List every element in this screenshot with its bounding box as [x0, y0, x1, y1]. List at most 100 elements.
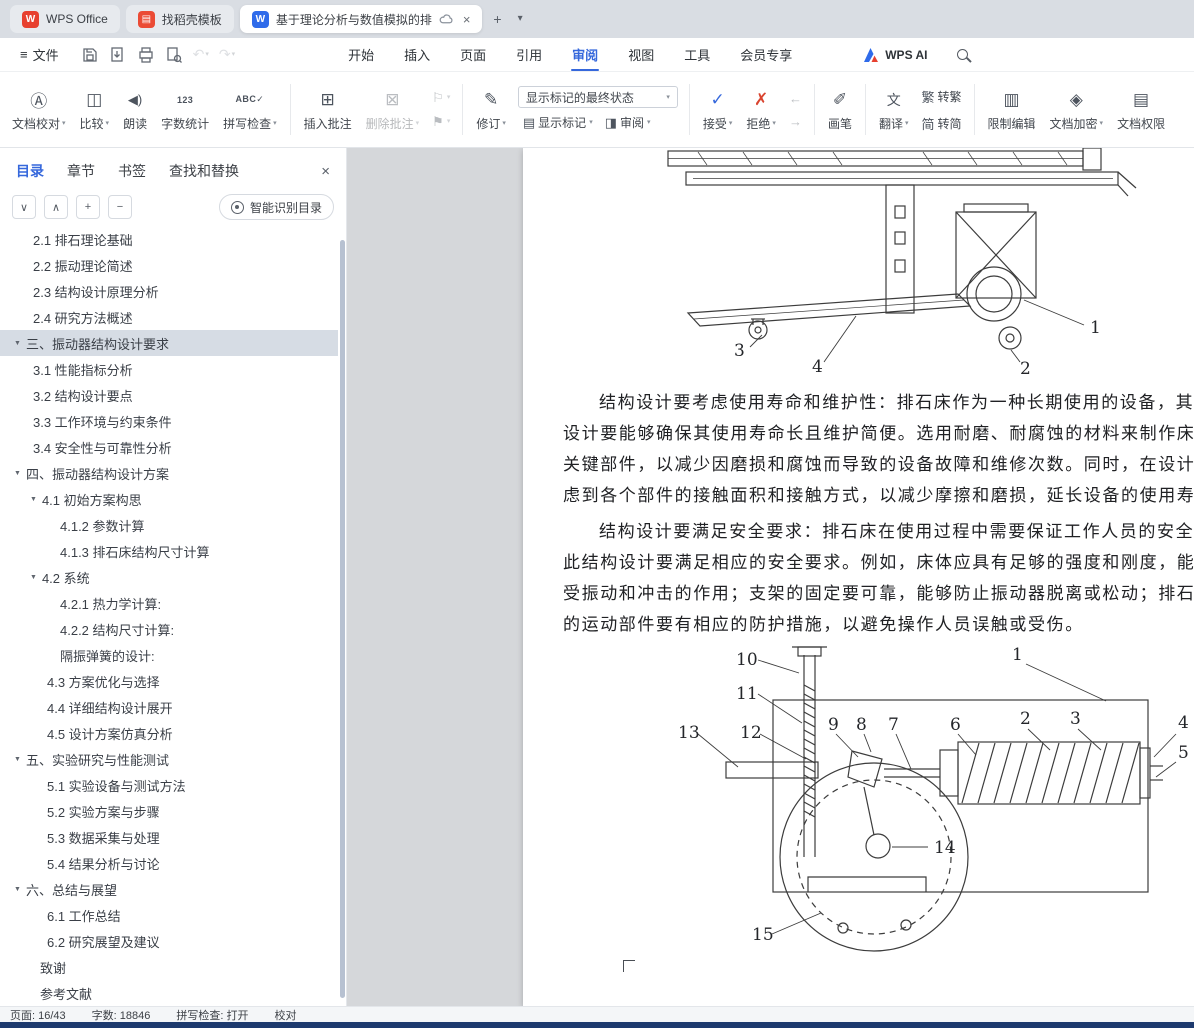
- translate-button[interactable]: 文 翻译 ▾: [873, 84, 915, 136]
- toc-item[interactable]: 5.2 实验方案与步骤: [0, 798, 338, 824]
- toc-item[interactable]: 4.2.1 热力学计算:: [0, 590, 338, 616]
- sidebar-tab[interactable]: 章节: [67, 161, 95, 181]
- undo-button[interactable]: ↶ ▾: [193, 46, 209, 63]
- spell-check-button[interactable]: ABC✓ 拼写检查 ▾: [217, 84, 283, 136]
- review-pane-button[interactable]: ◨ 审阅 ▾: [600, 112, 656, 133]
- menu-item[interactable]: 开始: [333, 38, 389, 71]
- toc-item[interactable]: 2.1 排石理论基础: [0, 234, 338, 252]
- paragraph-2[interactable]: 结构设计要满足安全要求：排石床在使用过程中需要保证工作人员的安全， 此结构设计要满…: [563, 517, 1194, 641]
- status-item[interactable]: 拼写检查: 打开: [176, 1007, 248, 1022]
- expand-all-button[interactable]: ∧: [44, 195, 68, 219]
- menu-item[interactable]: 会员专享: [725, 38, 807, 71]
- menu-item[interactable]: 审阅: [557, 38, 613, 71]
- toc-item[interactable]: ▼ 六、总结与展望: [0, 876, 338, 902]
- tab-docer-templates[interactable]: ▤ 找稻壳模板: [125, 5, 234, 33]
- paragraph-1[interactable]: 结构设计要考虑使用寿命和维护性：排石床作为一种长期使用的设备，其结 设计要能够确保…: [563, 388, 1194, 512]
- close-panel-icon[interactable]: ×: [321, 163, 330, 180]
- ink-brush-button[interactable]: ✐ 画笔: [822, 84, 858, 136]
- toc-item[interactable]: 6.2 研究展望及建议: [0, 928, 338, 954]
- compare-button[interactable]: ◫ 比较 ▾: [74, 84, 116, 136]
- tab-list-button[interactable]: ▾: [513, 14, 528, 24]
- show-markup-button[interactable]: ▤ 显示标记 ▾: [518, 112, 598, 133]
- toc-item[interactable]: 4.4 详细结构设计展开: [0, 694, 338, 720]
- track-changes-button[interactable]: ✎ 修订 ▾: [470, 84, 512, 136]
- toc-item[interactable]: 6.1 工作总结: [0, 902, 338, 928]
- toc-item[interactable]: 2.4 研究方法概述: [0, 304, 338, 330]
- save-icon[interactable]: [81, 46, 99, 64]
- sidebar-tab[interactable]: 查找和替换: [169, 161, 239, 181]
- sidebar-tab[interactable]: 书签: [118, 161, 146, 181]
- delete-comment-button[interactable]: ⊠ 删除批注 ▾: [360, 84, 426, 136]
- menu-item[interactable]: 引用: [501, 38, 557, 71]
- toc-item[interactable]: 致谢: [0, 954, 338, 980]
- status-item[interactable]: 页面: 16/43: [10, 1007, 66, 1022]
- toc-item[interactable]: 4.1.3 排石床结构尺寸计算: [0, 538, 338, 564]
- prev-comment-button[interactable]: ⚐ ▾: [427, 88, 455, 108]
- status-item[interactable]: 校对: [274, 1007, 296, 1022]
- toc-item[interactable]: 3.1 性能指标分析: [0, 356, 338, 382]
- prev-change-button[interactable]: ←: [784, 89, 807, 108]
- toc-item[interactable]: 5.1 实验设备与测试方法: [0, 772, 338, 798]
- tab-wps-home[interactable]: W WPS Office: [10, 5, 120, 33]
- toc-item[interactable]: ▼ 三、振动器结构设计要求: [0, 330, 338, 356]
- toc-item[interactable]: 4.1.2 参数计算: [0, 512, 338, 538]
- menu-item[interactable]: 视图: [613, 38, 669, 71]
- to-simplified-button[interactable]: 简转简: [916, 112, 966, 135]
- toc-item[interactable]: 隔振弹簧的设计:: [0, 642, 338, 668]
- menu-item[interactable]: 工具: [669, 38, 725, 71]
- insert-comment-button[interactable]: ⊞ 插入批注: [298, 84, 358, 136]
- redo-button[interactable]: ↷ ▾: [219, 46, 235, 63]
- print-icon[interactable]: [137, 46, 155, 64]
- search-icon[interactable]: [957, 49, 969, 60]
- toc-item[interactable]: 5.3 数据采集与处理: [0, 824, 338, 850]
- encrypt-button[interactable]: ◈ 文档加密 ▾: [1044, 84, 1110, 136]
- toc-collapse-arrow-icon[interactable]: ▼: [14, 470, 21, 477]
- toc-item[interactable]: 2.2 振动理论简述: [0, 252, 338, 278]
- next-change-button[interactable]: →: [784, 112, 807, 131]
- tab-active-document[interactable]: W 基于理论分析与数值模拟的排 ×: [239, 5, 483, 33]
- toc-collapse-arrow-icon[interactable]: ▼: [14, 340, 21, 347]
- toc-collapse-arrow-icon[interactable]: ▼: [30, 496, 37, 503]
- doc-permission-button[interactable]: ▤ 文档权限: [1111, 84, 1171, 136]
- word-count-button[interactable]: 123 字数统计: [155, 84, 215, 136]
- accept-button[interactable]: ✓ 接受 ▾: [697, 84, 739, 136]
- new-tab-button[interactable]: +: [488, 12, 506, 26]
- toc-item[interactable]: ▼ 五、实验研究与性能测试: [0, 746, 338, 772]
- toc-item[interactable]: 3.3 工作环境与约束条件: [0, 408, 338, 434]
- next-comment-button[interactable]: ⚑ ▾: [427, 112, 455, 132]
- document-page[interactable]: 3 4 2 1 结构设计要考虑使用寿命和维护性：排石床作为一种长期使用的设备，其结 设计…: [523, 148, 1194, 1006]
- toc-item[interactable]: 4.3 方案优化与选择: [0, 668, 338, 694]
- toc-item[interactable]: 4.2.2 结构尺寸计算:: [0, 616, 338, 642]
- toc-collapse-arrow-icon[interactable]: ▼: [30, 574, 37, 581]
- close-tab-icon[interactable]: ×: [463, 12, 471, 27]
- toc-item[interactable]: ▼ 四、振动器结构设计方案: [0, 460, 338, 486]
- toc-item[interactable]: 5.4 结果分析与讨论: [0, 850, 338, 876]
- collapse-level-button[interactable]: −: [108, 195, 132, 219]
- read-aloud-button[interactable]: ◀) 朗读: [117, 84, 153, 136]
- sidebar-scrollbar[interactable]: [340, 240, 345, 998]
- toc-item[interactable]: 参考文献: [0, 980, 338, 1006]
- toc-item[interactable]: ▼ 4.1 初始方案构思: [0, 486, 338, 512]
- wps-ai-button[interactable]: WPS AI: [863, 47, 927, 63]
- toc-item[interactable]: 2.3 结构设计原理分析: [0, 278, 338, 304]
- toc-item[interactable]: 3.4 安全性与可靠性分析: [0, 434, 338, 460]
- toc-item[interactable]: 3.2 结构设计要点: [0, 382, 338, 408]
- to-traditional-button[interactable]: 繁转繁: [916, 85, 966, 108]
- export-pdf-icon[interactable]: [109, 46, 127, 64]
- toc-item[interactable]: 4.5 设计方案仿真分析: [0, 720, 338, 746]
- expand-level-button[interactable]: +: [76, 195, 100, 219]
- menu-item[interactable]: 页面: [445, 38, 501, 71]
- restrict-edit-button[interactable]: ▥ 限制编辑: [982, 84, 1042, 136]
- smart-toc-button[interactable]: 智能识别目录: [218, 194, 334, 220]
- markup-state-select[interactable]: 显示标记的最终状态 ▾: [517, 86, 678, 108]
- toc-item[interactable]: ▼ 4.2 系统: [0, 564, 338, 590]
- file-menu-button[interactable]: ≡ 文件: [14, 41, 65, 68]
- reject-button[interactable]: ✗ 拒绝 ▾: [740, 84, 782, 136]
- status-item[interactable]: 字数: 18846: [92, 1007, 151, 1022]
- proofread-button[interactable]: Ⓐ 文档校对 ▾: [6, 84, 72, 136]
- sidebar-tab[interactable]: 目录: [16, 161, 44, 181]
- print-preview-icon[interactable]: [165, 46, 183, 64]
- toc-collapse-arrow-icon[interactable]: ▼: [14, 756, 21, 763]
- toc-collapse-arrow-icon[interactable]: ▼: [14, 886, 21, 893]
- menu-item[interactable]: 插入: [389, 38, 445, 71]
